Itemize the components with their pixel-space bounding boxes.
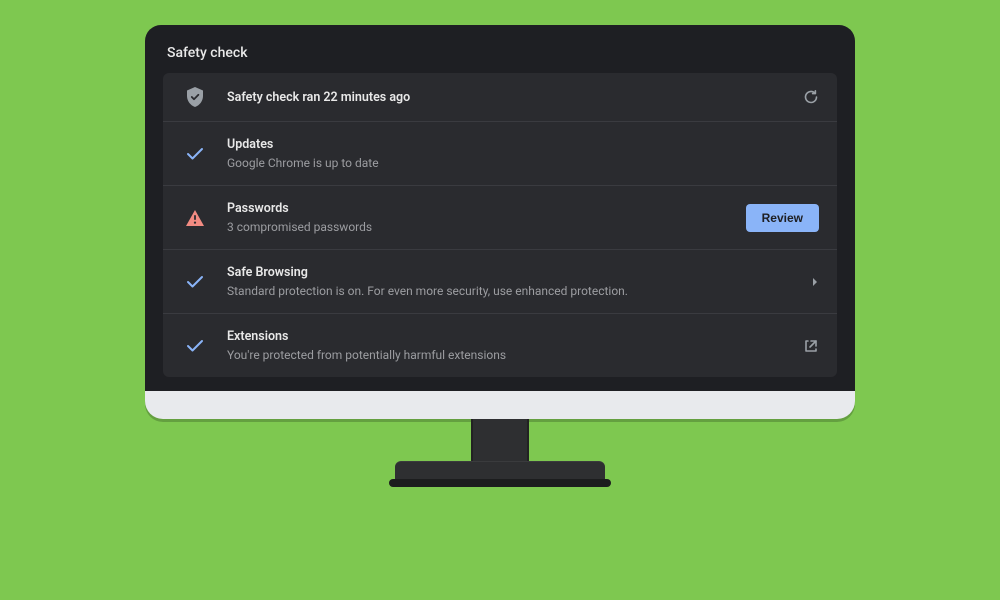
extensions-title: Extensions bbox=[227, 328, 803, 346]
review-button[interactable]: Review bbox=[746, 204, 819, 232]
passwords-subtitle: 3 compromised passwords bbox=[227, 220, 746, 236]
open-external-button[interactable] bbox=[803, 338, 819, 354]
safety-check-panel: Safety check ran 22 minutes ago bbox=[163, 73, 837, 377]
extensions-subtitle: You're protected from potentially harmfu… bbox=[227, 348, 803, 364]
safety-check-header-row: Safety check ran 22 minutes ago bbox=[163, 73, 837, 121]
passwords-row: Passwords 3 compromised passwords Review bbox=[163, 185, 837, 249]
monitor-screen: Safety check Safety check ran 22 minutes… bbox=[145, 25, 855, 391]
updates-subtitle: Google Chrome is up to date bbox=[227, 156, 819, 172]
extensions-row: Extensions You're protected from potenti… bbox=[163, 313, 837, 377]
updates-row: Updates Google Chrome is up to date bbox=[163, 121, 837, 185]
safe-browsing-title: Safe Browsing bbox=[227, 264, 812, 282]
warning-triangle-icon bbox=[181, 209, 209, 227]
chevron-right-icon bbox=[812, 277, 819, 287]
page-title: Safety check bbox=[163, 39, 837, 73]
monitor-stand bbox=[395, 461, 605, 481]
refresh-button[interactable] bbox=[803, 89, 819, 105]
safety-check-status-text: Safety check ran 22 minutes ago bbox=[227, 90, 803, 105]
shield-check-icon bbox=[181, 87, 209, 107]
safe-browsing-subtitle: Standard protection is on. For even more… bbox=[227, 284, 812, 300]
updates-title: Updates bbox=[227, 136, 819, 154]
check-icon bbox=[181, 339, 209, 353]
check-icon bbox=[181, 275, 209, 289]
safe-browsing-row[interactable]: Safe Browsing Standard protection is on.… bbox=[163, 249, 837, 313]
check-icon bbox=[181, 147, 209, 161]
passwords-title: Passwords bbox=[227, 200, 746, 218]
monitor-bezel bbox=[145, 391, 855, 419]
monitor-neck bbox=[471, 419, 529, 461]
